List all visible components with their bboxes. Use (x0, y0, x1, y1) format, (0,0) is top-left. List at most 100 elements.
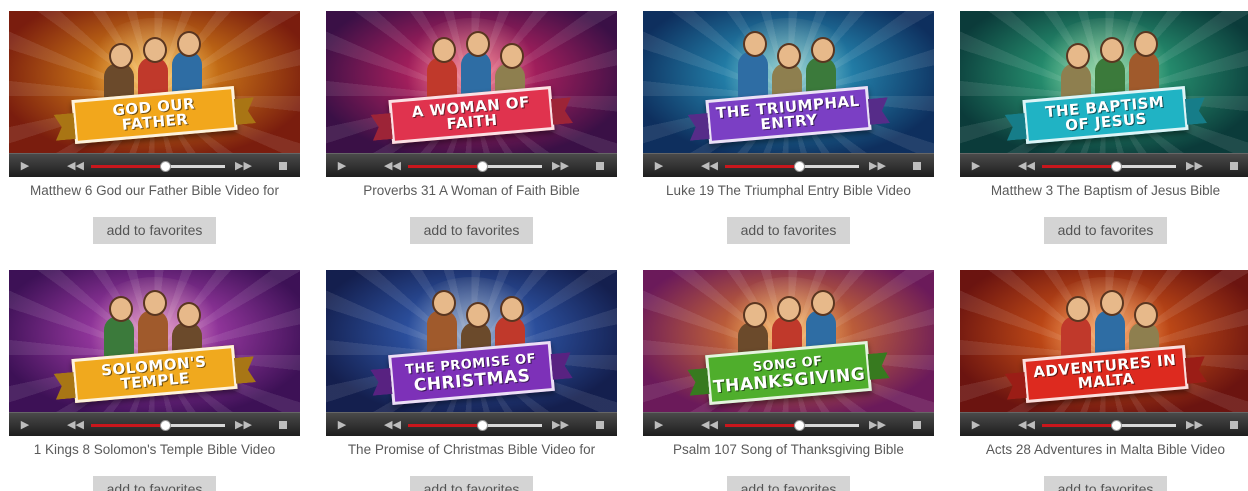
video-title[interactable]: Luke 19 The Triumphal Entry Bible Video (635, 183, 942, 205)
play-icon[interactable]: ▶ (336, 160, 348, 172)
banner-text-line1: GOD OUR FATHER (111, 94, 196, 134)
rewind-icon[interactable]: ◀◀ (701, 419, 718, 431)
progress-bar[interactable] (408, 161, 542, 172)
progress-bar[interactable] (408, 420, 542, 431)
progress-bar[interactable] (725, 420, 859, 431)
video-title[interactable]: Psalm 107 Song of Thanksgiving Bible (635, 442, 942, 464)
rewind-icon[interactable]: ◀◀ (1018, 419, 1035, 431)
stop-icon[interactable] (911, 160, 923, 172)
stop-icon[interactable] (911, 419, 923, 431)
rewind-icon[interactable]: ◀◀ (67, 160, 84, 172)
progress-knob[interactable] (159, 161, 171, 172)
progress-bar[interactable] (725, 161, 859, 172)
add-to-favorites-button[interactable]: add to favorites (1044, 217, 1167, 244)
stop-icon[interactable] (277, 419, 289, 431)
video-artwork: THE PROMISE OF CHRISTMAS (326, 270, 617, 412)
fast-forward-icon[interactable]: ▶▶ (1186, 160, 1203, 172)
video-artwork: GOD OUR FATHER (9, 11, 300, 153)
progress-bar[interactable] (91, 161, 225, 172)
stop-icon[interactable] (1228, 160, 1240, 172)
progress-fill (725, 424, 799, 427)
fast-forward-icon[interactable]: ▶▶ (552, 419, 569, 431)
video-title[interactable]: 1 Kings 8 Solomon's Temple Bible Video (1, 442, 308, 464)
fast-forward-icon[interactable]: ▶▶ (235, 160, 252, 172)
progress-fill (408, 424, 482, 427)
video-thumbnail[interactable]: A WOMAN OF FAITH ▶ ◀◀ ▶▶ (326, 11, 617, 177)
stop-icon[interactable] (594, 419, 606, 431)
fast-forward-icon[interactable]: ▶▶ (869, 160, 886, 172)
video-controls: ▶ ◀◀ ▶▶ (960, 153, 1248, 177)
video-controls: ▶ ◀◀ ▶▶ (326, 412, 617, 436)
add-to-favorites-button[interactable]: add to favorites (727, 476, 850, 491)
progress-knob[interactable] (1110, 420, 1122, 431)
banner-text-line1: ADVENTURES IN MALTA (1032, 350, 1177, 393)
add-to-favorites-button[interactable]: add to favorites (727, 217, 850, 244)
progress-fill (408, 165, 482, 168)
progress-fill (725, 165, 799, 168)
fast-forward-icon[interactable]: ▶▶ (869, 419, 886, 431)
progress-bar[interactable] (1042, 161, 1176, 172)
progress-knob[interactable] (476, 420, 488, 431)
video-thumbnail[interactable]: THE BAPTISM OF JESUS ▶ ◀◀ ▶▶ (960, 11, 1248, 177)
progress-knob[interactable] (1110, 161, 1122, 172)
video-thumbnail[interactable]: SONG OF THANKSGIVING ▶ ◀◀ ▶▶ (643, 270, 934, 436)
play-icon[interactable]: ▶ (970, 419, 982, 431)
add-to-favorites-button[interactable]: add to favorites (93, 217, 216, 244)
add-to-favorites-button[interactable]: add to favorites (410, 476, 533, 491)
video-thumbnail[interactable]: GOD OUR FATHER ▶ ◀◀ ▶▶ (9, 11, 300, 177)
progress-knob[interactable] (476, 161, 488, 172)
video-card: ADVENTURES IN MALTA ▶ ◀◀ ▶▶ Acts 28 Adve… (960, 270, 1248, 491)
add-to-favorites-button[interactable]: add to favorites (410, 217, 533, 244)
progress-bar[interactable] (91, 420, 225, 431)
video-title[interactable]: Matthew 6 God our Father Bible Video for (1, 183, 308, 205)
video-controls: ▶ ◀◀ ▶▶ (960, 412, 1248, 436)
fast-forward-icon[interactable]: ▶▶ (552, 160, 569, 172)
video-card: SOLOMON'S TEMPLE ▶ ◀◀ ▶▶ 1 Kings 8 Solom… (9, 270, 300, 491)
stop-icon[interactable] (594, 160, 606, 172)
video-card: SONG OF THANKSGIVING ▶ ◀◀ ▶▶ Psalm 107 S… (643, 270, 934, 491)
fast-forward-icon[interactable]: ▶▶ (235, 419, 252, 431)
progress-bar[interactable] (1042, 420, 1176, 431)
play-icon[interactable]: ▶ (653, 160, 665, 172)
video-artwork: A WOMAN OF FAITH (326, 11, 617, 153)
banner-text-line1: THE TRIUMPHAL ENTRY (715, 91, 861, 134)
add-to-favorites-button[interactable]: add to favorites (93, 476, 216, 491)
add-to-favorites-button[interactable]: add to favorites (1044, 476, 1167, 491)
rewind-icon[interactable]: ◀◀ (67, 419, 84, 431)
video-card: GOD OUR FATHER ▶ ◀◀ ▶▶ Matthew 6 God our… (9, 11, 300, 244)
rewind-icon[interactable]: ◀◀ (701, 160, 718, 172)
banner-text-line1: SOLOMON'S TEMPLE (100, 352, 208, 393)
video-thumbnail[interactable]: THE TRIUMPHAL ENTRY ▶ ◀◀ ▶▶ (643, 11, 934, 177)
fast-forward-icon[interactable]: ▶▶ (1186, 419, 1203, 431)
rewind-icon[interactable]: ◀◀ (384, 419, 401, 431)
stop-icon[interactable] (277, 160, 289, 172)
progress-knob[interactable] (159, 420, 171, 431)
play-icon[interactable]: ▶ (970, 160, 982, 172)
video-thumbnail[interactable]: SOLOMON'S TEMPLE ▶ ◀◀ ▶▶ (9, 270, 300, 436)
play-icon[interactable]: ▶ (336, 419, 348, 431)
video-title[interactable]: The Promise of Christmas Bible Video for (318, 442, 625, 464)
video-title[interactable]: Proverbs 31 A Woman of Faith Bible (318, 183, 625, 205)
video-card: A WOMAN OF FAITH ▶ ◀◀ ▶▶ Proverbs 31 A W… (326, 11, 617, 244)
video-thumbnail[interactable]: THE PROMISE OF CHRISTMAS ▶ ◀◀ ▶▶ (326, 270, 617, 436)
video-controls: ▶ ◀◀ ▶▶ (643, 412, 934, 436)
play-icon[interactable]: ▶ (19, 160, 31, 172)
video-title[interactable]: Matthew 3 The Baptism of Jesus Bible (952, 183, 1248, 205)
video-artwork: THE BAPTISM OF JESUS (960, 11, 1248, 153)
rewind-icon[interactable]: ◀◀ (384, 160, 401, 172)
play-icon[interactable]: ▶ (19, 419, 31, 431)
video-controls: ▶ ◀◀ ▶▶ (326, 153, 617, 177)
video-card: THE BAPTISM OF JESUS ▶ ◀◀ ▶▶ Matthew 3 T… (960, 11, 1248, 244)
video-artwork: ADVENTURES IN MALTA (960, 270, 1248, 412)
stop-icon[interactable] (1228, 419, 1240, 431)
progress-knob[interactable] (793, 161, 805, 172)
progress-knob[interactable] (793, 420, 805, 431)
video-thumbnail[interactable]: ADVENTURES IN MALTA ▶ ◀◀ ▶▶ (960, 270, 1248, 436)
rewind-icon[interactable]: ◀◀ (1018, 160, 1035, 172)
play-icon[interactable]: ▶ (653, 419, 665, 431)
video-title[interactable]: Acts 28 Adventures in Malta Bible Video (952, 442, 1248, 464)
video-artwork: SOLOMON'S TEMPLE (9, 270, 300, 412)
video-card: THE PROMISE OF CHRISTMAS ▶ ◀◀ ▶▶ The Pro… (326, 270, 617, 491)
video-controls: ▶ ◀◀ ▶▶ (9, 412, 300, 436)
video-card: THE TRIUMPHAL ENTRY ▶ ◀◀ ▶▶ Luke 19 The … (643, 11, 934, 244)
